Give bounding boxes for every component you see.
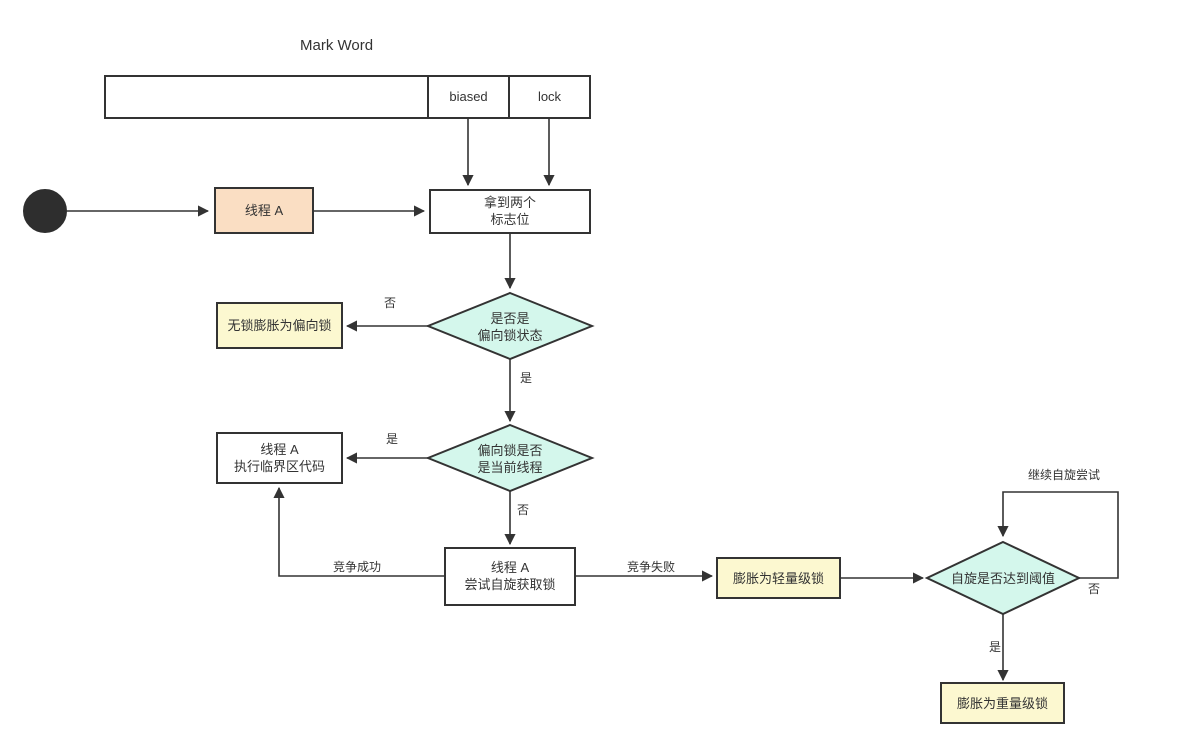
edge-label-threshold-no: 否 [1087,582,1100,596]
node-is-biased-state[interactable] [425,291,595,361]
node-inflate-heavy[interactable] [940,682,1065,724]
node-inflate-to-biased[interactable] [216,302,343,349]
edge-label-current-thread-yes: 是 [385,432,398,446]
edge-label-threshold-yes: 是 [988,640,1001,654]
node-try-spin-lock[interactable] [444,547,576,606]
edge-label-keep-spinning: 继续自旋尝试 [1027,468,1100,482]
node-is-current-thread[interactable] [425,423,595,493]
markword-cell-lock: lock [537,89,562,104]
node-inflate-light[interactable] [716,557,841,599]
node-spin-threshold[interactable] [924,540,1082,616]
markword-cell-biased: biased [449,89,488,104]
edge-label-biased-no: 否 [383,296,396,310]
edge-label-compete-success: 竞争成功 [332,560,381,574]
edge-label-current-thread-no: 否 [516,503,529,517]
edge-label-biased-yes: 是 [519,371,532,385]
node-get-two-flags[interactable] [429,189,591,234]
node-start[interactable] [23,189,67,233]
node-thread-a[interactable] [214,187,314,234]
node-run-critical[interactable] [216,432,343,484]
edge-label-compete-fail: 竞争失败 [626,560,675,574]
diagram-title: Mark Word [300,37,374,54]
